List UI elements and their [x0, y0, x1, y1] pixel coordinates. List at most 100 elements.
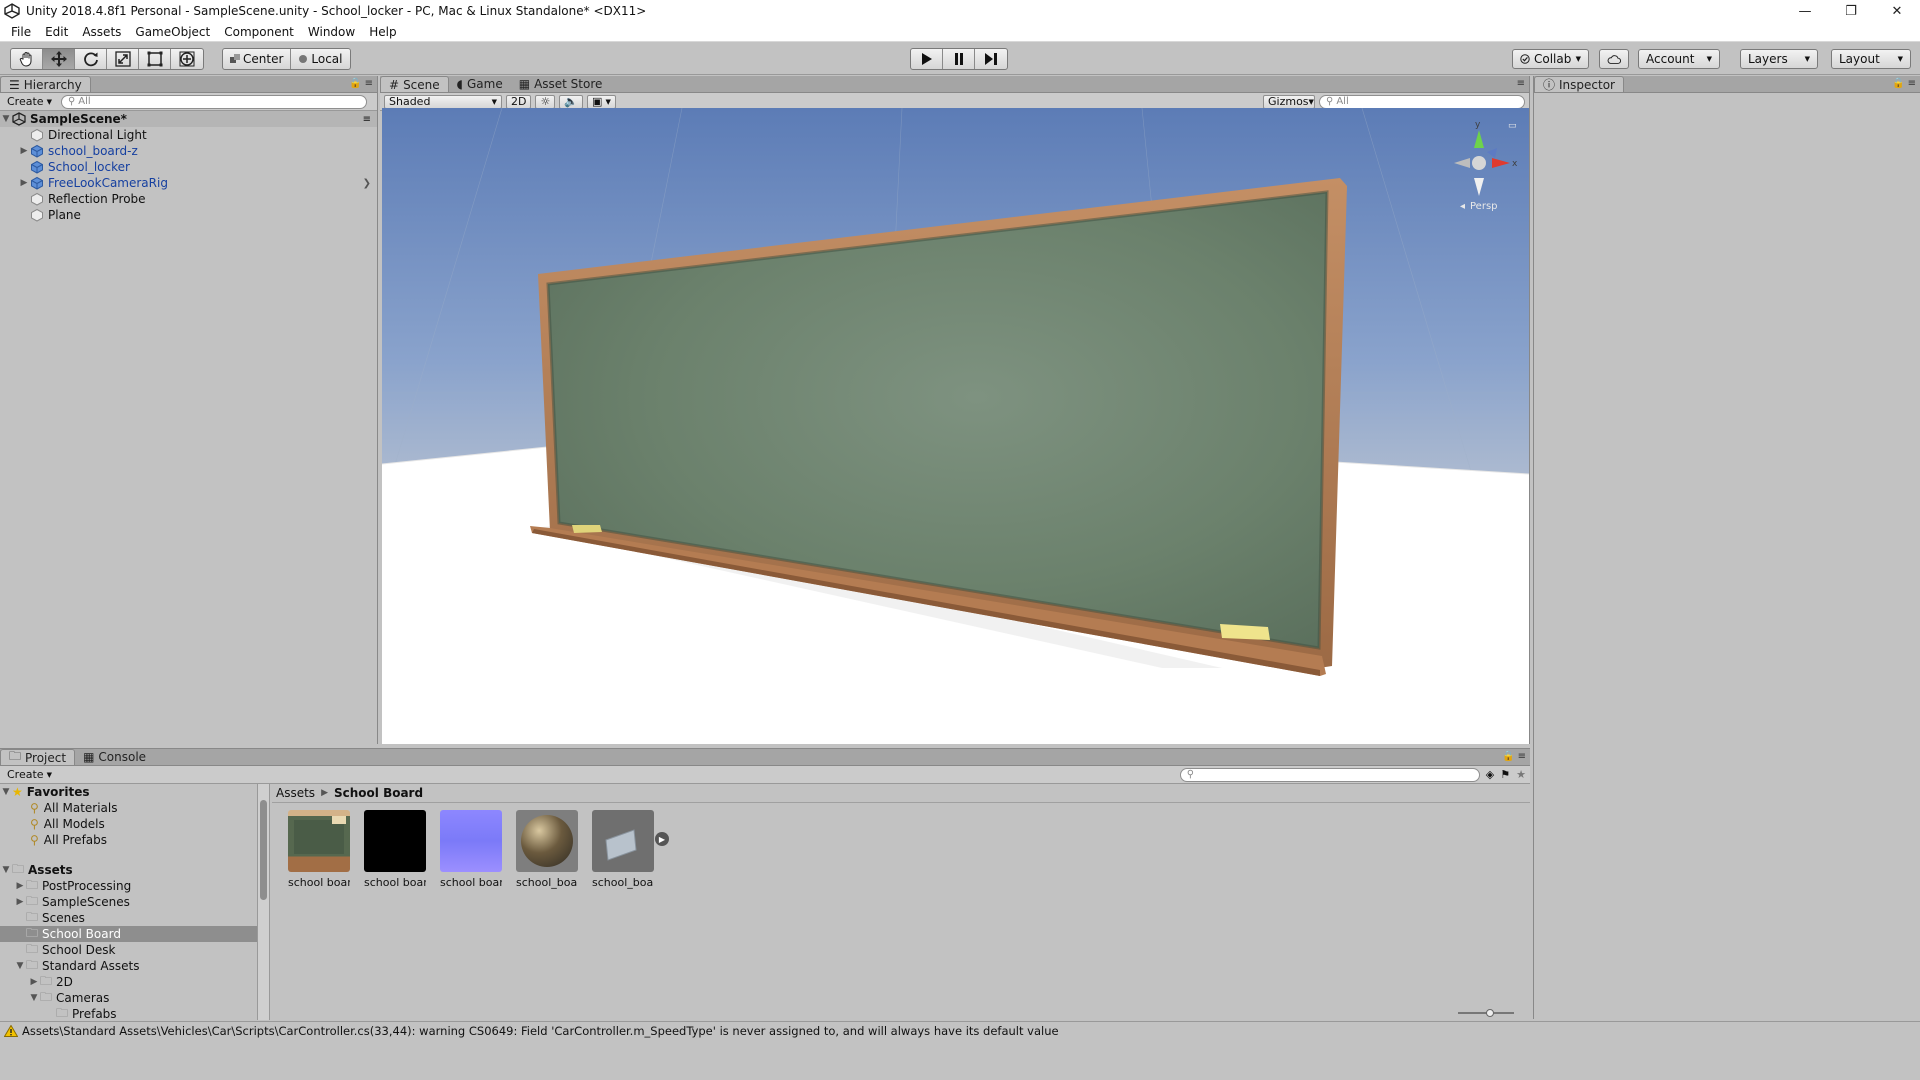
- expand-arrow-icon[interactable]: ▼: [0, 865, 12, 875]
- list-item[interactable]: ▶ 🗀 SampleScenes: [0, 894, 257, 910]
- transform-tool-button[interactable]: [171, 49, 203, 69]
- scene-menu-icon[interactable]: ≡: [363, 114, 371, 125]
- menu-edit[interactable]: Edit: [38, 25, 75, 39]
- audio-toggle[interactable]: 🔈: [559, 94, 584, 109]
- rect-tool-button[interactable]: [139, 49, 171, 69]
- gizmos-label: Gizmos: [1268, 95, 1309, 108]
- tab-hierarchy[interactable]: ☰ Hierarchy: [0, 76, 91, 92]
- asset-albedo-texture[interactable]: school boar...: [288, 810, 350, 889]
- rotate-tool-button[interactable]: [75, 49, 107, 69]
- lighting-toggle[interactable]: ☼: [535, 94, 556, 109]
- asset-mesh[interactable]: ▶ school_boa...: [592, 810, 669, 889]
- list-item[interactable]: Directional Light: [0, 127, 377, 143]
- list-item[interactable]: 🗀 School Desk: [0, 942, 257, 958]
- scale-tool-button[interactable]: [107, 49, 139, 69]
- list-item[interactable]: ▼ 🗀 Cameras: [0, 990, 257, 1006]
- expand-arrow-icon[interactable]: ▶: [18, 178, 30, 188]
- menu-assets[interactable]: Assets: [75, 25, 128, 39]
- hierarchy-search-input[interactable]: ⚲ All: [60, 94, 367, 109]
- scene-root[interactable]: ▼ SampleScene* ≡: [0, 111, 377, 127]
- expand-arrow-icon[interactable]: ▶: [655, 832, 669, 846]
- expand-arrow-icon[interactable]: ▶: [14, 897, 26, 907]
- breadcrumb-root[interactable]: Assets: [276, 786, 315, 800]
- list-item[interactable]: ▶ school_board-z: [0, 143, 377, 159]
- hierarchy-create-button[interactable]: Create ▼: [4, 95, 55, 108]
- list-item[interactable]: ⚲ All Materials: [0, 800, 257, 816]
- step-button[interactable]: [975, 49, 1007, 69]
- move-tool-button[interactable]: [43, 49, 75, 69]
- pivot-center-button[interactable]: Center: [223, 49, 292, 69]
- favorites-header[interactable]: ▼ ★ Favorites: [0, 784, 257, 800]
- account-dropdown[interactable]: Account ▼: [1638, 49, 1720, 69]
- expand-arrow-icon[interactable]: ▼: [28, 993, 40, 1003]
- tab-inspector[interactable]: ⓘ Inspector: [1534, 76, 1624, 92]
- expand-arrow-icon[interactable]: ▶: [18, 146, 30, 156]
- thumbnail-size-slider[interactable]: [1458, 1009, 1514, 1017]
- menu-component[interactable]: Component: [217, 25, 301, 39]
- asset-black-texture[interactable]: school boar...: [364, 810, 426, 889]
- list-item[interactable]: School_locker: [0, 159, 377, 175]
- restore-button[interactable]: ❐: [1828, 0, 1874, 22]
- tab-project[interactable]: 🗀 Project: [0, 749, 76, 765]
- play-button[interactable]: [911, 49, 943, 69]
- list-item[interactable]: 🗀 Prefabs: [0, 1006, 257, 1021]
- panel-menu-icon[interactable]: 🔒 ≡: [1892, 78, 1916, 89]
- scrollbar-thumb[interactable]: [260, 800, 267, 900]
- favorite-star-icon[interactable]: ★: [1516, 768, 1526, 781]
- list-item[interactable]: ⚲ All Models: [0, 816, 257, 832]
- project-tree-scrollbar[interactable]: [258, 784, 270, 1020]
- list-item[interactable]: Reflection Probe: [0, 191, 377, 207]
- chevron-right-icon[interactable]: ❯: [363, 178, 371, 189]
- minimize-button[interactable]: —: [1782, 0, 1828, 22]
- expand-arrow-icon[interactable]: ▶: [14, 881, 26, 891]
- scene-viewport[interactable]: y x ◂ Persp ▭: [382, 108, 1529, 744]
- panel-menu-icon[interactable]: 🔒 ≡: [349, 78, 373, 89]
- list-item[interactable]: Plane: [0, 207, 377, 223]
- tab-scene[interactable]: # Scene: [380, 76, 449, 92]
- list-item[interactable]: ▶ FreeLookCameraRig ❯: [0, 175, 377, 191]
- expand-arrow-icon[interactable]: ▼: [0, 787, 12, 797]
- asset-normal-map[interactable]: school boar...: [440, 810, 502, 889]
- list-item[interactable]: ⚲ All Prefabs: [0, 832, 257, 848]
- layers-dropdown[interactable]: Layers ▼: [1740, 49, 1818, 69]
- tab-console[interactable]: ▦ Console: [75, 749, 155, 765]
- project-create-button[interactable]: Create ▼: [4, 768, 55, 781]
- scene-search-input[interactable]: ⚲ All: [1319, 94, 1525, 109]
- menu-window[interactable]: Window: [301, 25, 362, 39]
- breadcrumb-current[interactable]: School Board: [334, 786, 423, 800]
- collab-button[interactable]: Collab ▼: [1512, 49, 1589, 69]
- close-button[interactable]: ✕: [1874, 0, 1920, 22]
- effects-dropdown[interactable]: ▣ ▼: [587, 94, 616, 109]
- project-search-input[interactable]: ⚲: [1179, 767, 1480, 782]
- list-item[interactable]: ▶ 🗀 2D: [0, 974, 257, 990]
- filter-by-label-icon[interactable]: ⚑: [1500, 768, 1510, 781]
- pause-button[interactable]: [943, 49, 975, 69]
- panel-menu-icon[interactable]: 🔒 ≡: [1502, 751, 1526, 762]
- expand-arrow-icon[interactable]: ▼: [14, 961, 26, 971]
- pivot-local-button[interactable]: Local: [291, 49, 349, 69]
- list-item[interactable]: ▼ 🗀 Standard Assets: [0, 958, 257, 974]
- expand-arrow-icon[interactable]: ▶: [28, 977, 40, 987]
- layout-dropdown[interactable]: Layout ▼: [1831, 49, 1911, 69]
- cloud-button[interactable]: [1599, 49, 1629, 69]
- list-item[interactable]: 🗀 Scenes: [0, 910, 257, 926]
- shading-mode-dropdown[interactable]: Shaded ▼: [384, 94, 502, 109]
- panel-menu-icon[interactable]: ≡: [1517, 78, 1525, 89]
- menu-help[interactable]: Help: [362, 25, 403, 39]
- lock-icon[interactable]: ▭: [1508, 121, 1517, 131]
- asset-material[interactable]: school_boa...: [516, 810, 578, 889]
- gizmos-dropdown[interactable]: Gizmos ▼: [1263, 94, 1315, 109]
- filter-by-type-icon[interactable]: ◈: [1486, 768, 1494, 781]
- expand-arrow-icon[interactable]: ▼: [0, 114, 12, 124]
- list-item[interactable]: 🗀 School Board: [0, 926, 257, 942]
- status-bar[interactable]: Assets\Standard Assets\Vehicles\Car\Scri…: [0, 1021, 1920, 1039]
- assets-header[interactable]: ▼ 🗀 Assets: [0, 862, 257, 878]
- tab-asset-store[interactable]: ▦ Asset Store: [510, 76, 611, 92]
- hand-tool-button[interactable]: [11, 49, 43, 69]
- menu-gameobject[interactable]: GameObject: [128, 25, 217, 39]
- menu-file[interactable]: File: [4, 25, 38, 39]
- tab-game[interactable]: ◖ Game: [448, 76, 511, 92]
- list-item[interactable]: ▶ 🗀 PostProcessing: [0, 878, 257, 894]
- persp-label[interactable]: Persp: [1470, 201, 1498, 212]
- toggle-2d-button[interactable]: 2D: [506, 94, 532, 109]
